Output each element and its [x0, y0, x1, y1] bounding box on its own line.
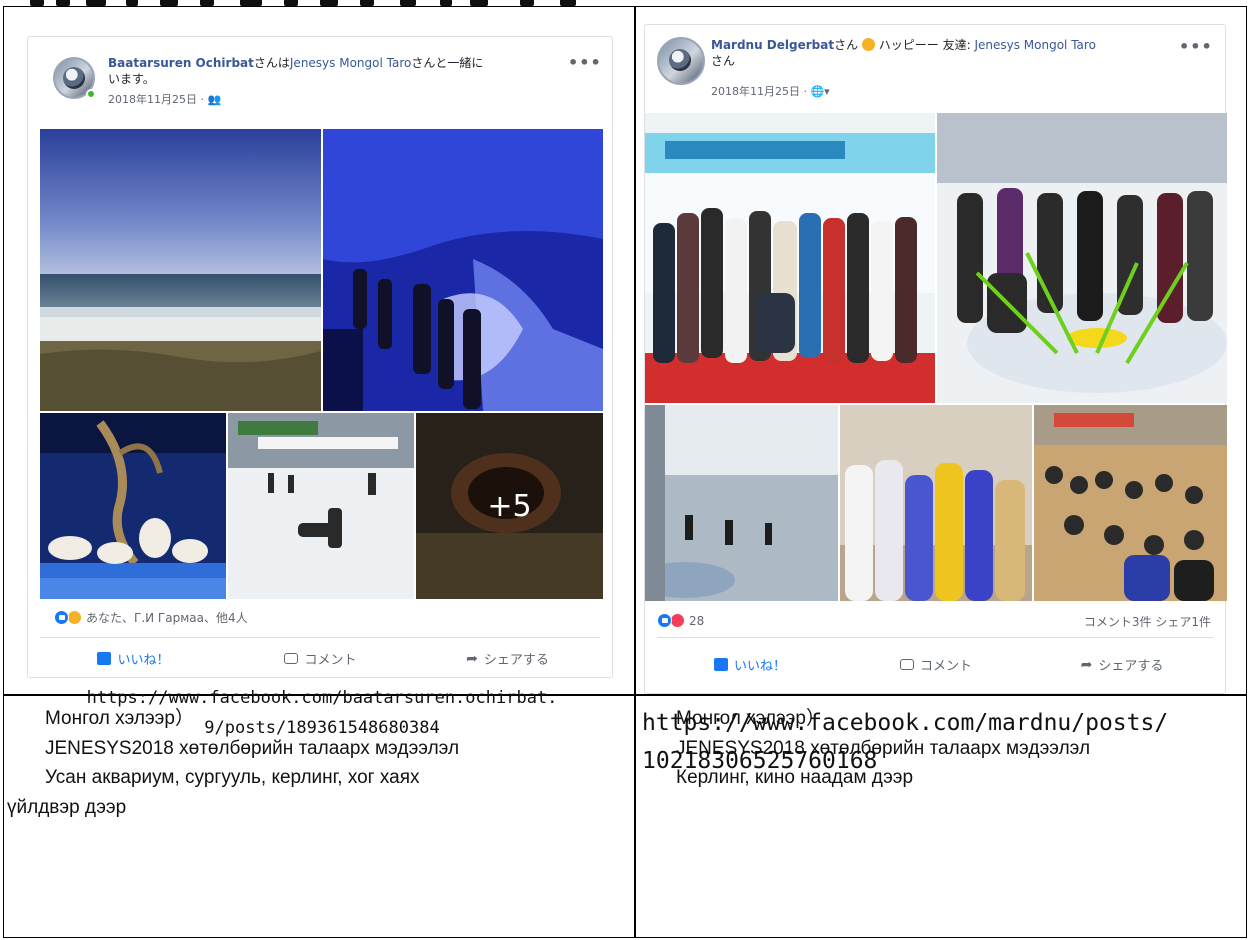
photo-ice-aquarium[interactable] — [323, 129, 603, 411]
post-actions: いいね！ コメント ➦ シェアする — [657, 655, 1215, 674]
like-button[interactable]: いいね！ — [40, 649, 227, 668]
date-text: 2018年11月25日 · — [711, 85, 811, 98]
comment-button[interactable]: コメント — [227, 649, 414, 668]
reaction-count: 28 — [689, 613, 705, 628]
aquarium-shells-image — [40, 413, 226, 599]
like-icon — [713, 658, 728, 671]
photo-curling-team[interactable] — [937, 113, 1227, 403]
right-caption-line-2: JENESYS2018 хөтөлбөрийн талаарх мэдээлэл — [676, 737, 1091, 759]
comment-button[interactable]: コメント — [843, 655, 1029, 674]
author-name-link[interactable]: Baatarsuren Ochirbat — [108, 56, 254, 70]
tagged-friend-link[interactable]: Jenesys Mongol Taro — [290, 56, 411, 70]
share-icon: ➦ — [466, 650, 478, 667]
more-photos-count: +5 — [487, 488, 532, 524]
photo-beach[interactable] — [40, 129, 321, 411]
reactions-text: あなた、Г.И Гармаа、他4人 — [86, 611, 248, 625]
photo-gym-crowd[interactable] — [1034, 405, 1227, 601]
column-divider — [634, 7, 636, 937]
date-text: 2018年11月25日 · — [108, 93, 208, 106]
reactions-summary[interactable]: 28 — [657, 613, 704, 628]
photo-curling-hall[interactable] — [645, 405, 838, 601]
haha-reaction-icon — [67, 610, 82, 625]
right-facebook-post: Mardnu Delgerbatさん ハッピーー 友達: Jenesys Mon… — [644, 24, 1227, 694]
like-reaction-icon — [657, 613, 672, 628]
film-festival-group-image — [645, 113, 935, 403]
tagged-friend-link[interactable]: Jenesys Mongol Taro — [974, 38, 1095, 52]
actions-divider — [657, 637, 1213, 638]
like-button[interactable]: いいね！ — [657, 655, 843, 674]
left-facebook-post: Baatarsuren OchirbatさんはJenesys Mongol Ta… — [27, 36, 613, 678]
like-reaction-icon — [54, 610, 69, 625]
ice-aquarium-image — [323, 129, 603, 411]
left-caption-line-3: Усан аквариум, сургууль, керлинг, хог ха… — [45, 767, 420, 788]
actions-divider — [40, 637, 600, 638]
beach-image — [40, 129, 321, 411]
reactions-summary[interactable]: あなた、Г.И Гармаа、他4人 — [54, 609, 248, 626]
comments-shares-count[interactable]: コメント3件 シェア1件 — [1084, 613, 1211, 630]
post-header-text: Mardnu Delgerbatさん ハッピーー 友達: Jenesys Mon… — [711, 37, 1181, 69]
right-caption: Монгол хэлээр） JENESYS2018 хөтөлбөрийн т… — [676, 704, 1246, 793]
feeling-prefix: さん — [834, 38, 859, 52]
photo-group-indoor[interactable] — [840, 405, 1032, 601]
right-caption-line-1: Монгол хэлээр） — [676, 708, 825, 729]
comment-icon — [899, 659, 914, 670]
comment-icon — [284, 653, 299, 664]
photo-film-festival-group[interactable] — [645, 113, 935, 403]
author-avatar[interactable] — [657, 37, 705, 85]
like-label: いいね！ — [733, 659, 786, 674]
love-reaction-icon — [670, 613, 685, 628]
curling-hall-image — [645, 405, 838, 601]
share-label: シェアする — [1098, 659, 1164, 674]
online-status-icon — [86, 89, 96, 99]
more-icon[interactable]: ••• — [1179, 37, 1213, 56]
comment-label: コメント — [304, 653, 357, 668]
gym-crowd-image — [1034, 405, 1227, 601]
tagged-tail: さん — [711, 54, 736, 68]
post-date[interactable]: 2018年11月25日 · 👥 — [108, 91, 221, 107]
share-button[interactable]: ➦ シェアする — [414, 649, 601, 669]
curling-rink-image — [228, 413, 414, 599]
share-button[interactable]: ➦ シェアする — [1029, 655, 1215, 675]
share-label: シェアする — [483, 653, 549, 668]
left-caption-line-4: үйлдвэр дээр — [7, 796, 127, 818]
post-date[interactable]: 2018年11月25日 · 🌐▾ — [711, 83, 830, 99]
with-text-3: います。 — [108, 72, 155, 86]
photo-curling-rink[interactable] — [228, 413, 414, 599]
curling-team-image — [937, 113, 1227, 403]
comment-label: コメント — [919, 659, 972, 674]
left-caption-line-2: JENESYS2018 хөтөлбөрийн талаарх мэдээлэл — [45, 737, 460, 759]
like-label: いいね！ — [117, 653, 170, 668]
with-text-2: さんと一緒に — [411, 56, 484, 70]
page: Baatarsuren OchirbatさんはJenesys Mongol Ta… — [0, 0, 1250, 940]
feeling-tail: ー 友達: — [926, 38, 975, 52]
group-indoor-image — [840, 405, 1032, 601]
like-icon — [97, 652, 112, 665]
left-caption: Монгол хэлээр） JENESYS2018 хөтөлбөрийн т… — [7, 704, 629, 822]
feeling-text: ハッピー — [878, 38, 927, 52]
right-caption-line-3: Керлинг, кино наадам дээр — [676, 767, 914, 788]
photo-more[interactable]: +5 — [416, 413, 603, 599]
author-name-link[interactable]: Mardnu Delgerbat — [711, 38, 834, 52]
more-icon[interactable]: ••• — [568, 53, 602, 72]
globe-icon: 🌐▾ — [810, 85, 830, 98]
happy-emoji-icon — [861, 38, 875, 51]
photo-aquarium-shells[interactable] — [40, 413, 226, 599]
post-actions: いいね！ コメント ➦ シェアする — [40, 649, 602, 668]
friends-icon: 👥 — [207, 93, 222, 106]
post-header-text: Baatarsuren OchirbatさんはJenesys Mongol Ta… — [108, 55, 568, 87]
with-text: さんは — [253, 56, 290, 70]
share-icon: ➦ — [1080, 656, 1093, 673]
left-caption-line-1: Монгол хэлээр） — [45, 708, 194, 729]
